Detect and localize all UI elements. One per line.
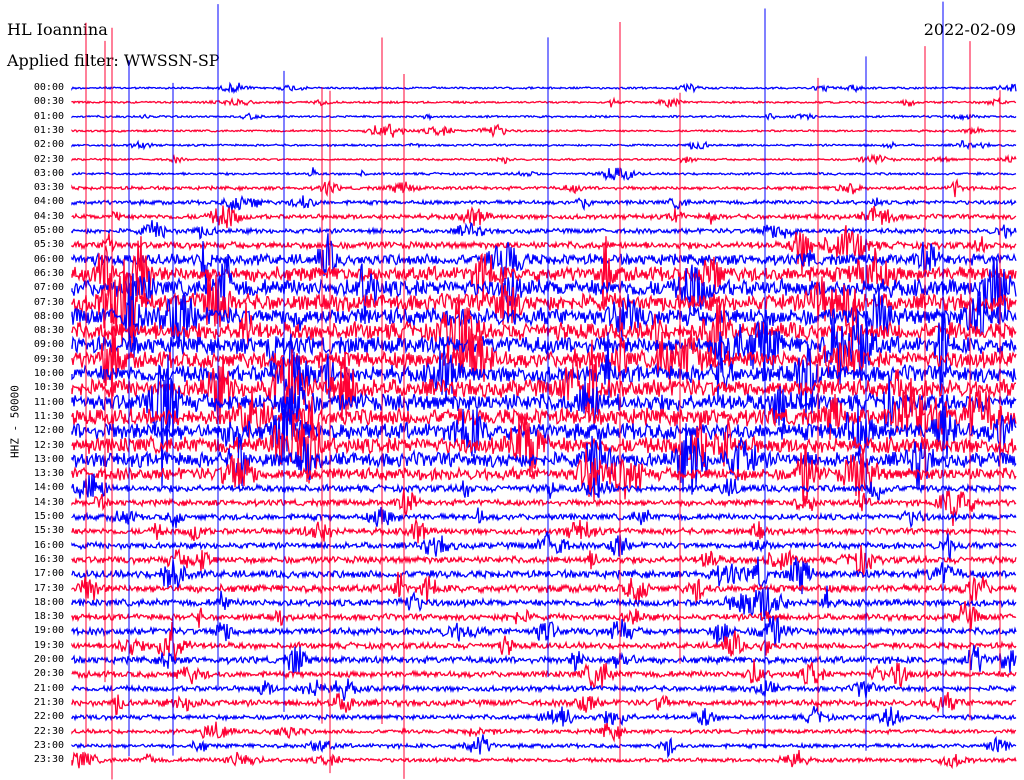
trace-row-2000 <box>71 644 1017 674</box>
trace-row-2330 <box>71 750 1017 770</box>
trace-row-1430 <box>71 488 1017 527</box>
trace-row-2200 <box>71 706 1017 727</box>
trace-row-2230 <box>71 721 1017 743</box>
seismogram-plot <box>71 1 1017 780</box>
trace-row-0030 <box>71 96 1017 109</box>
trace-row-1500 <box>71 507 1017 529</box>
trace-row-1330 <box>71 445 1017 502</box>
trace-row-0200 <box>71 139 1017 151</box>
trace-row-2130 <box>71 691 1017 716</box>
trace-row-0130 <box>71 123 1017 139</box>
trace-row-0430 <box>71 205 1017 229</box>
trace-row-0330 <box>71 178 1017 198</box>
trace-row-0000 <box>71 81 1017 95</box>
trace-row-0300 <box>71 166 1017 182</box>
trace-row-2300 <box>71 734 1017 759</box>
trace-row-1400 <box>71 473 1017 501</box>
trace-row-1600 <box>71 531 1017 561</box>
trace-row-0230 <box>71 153 1017 166</box>
trace-row-2100 <box>71 678 1017 701</box>
trace-row-0100 <box>71 111 1017 122</box>
